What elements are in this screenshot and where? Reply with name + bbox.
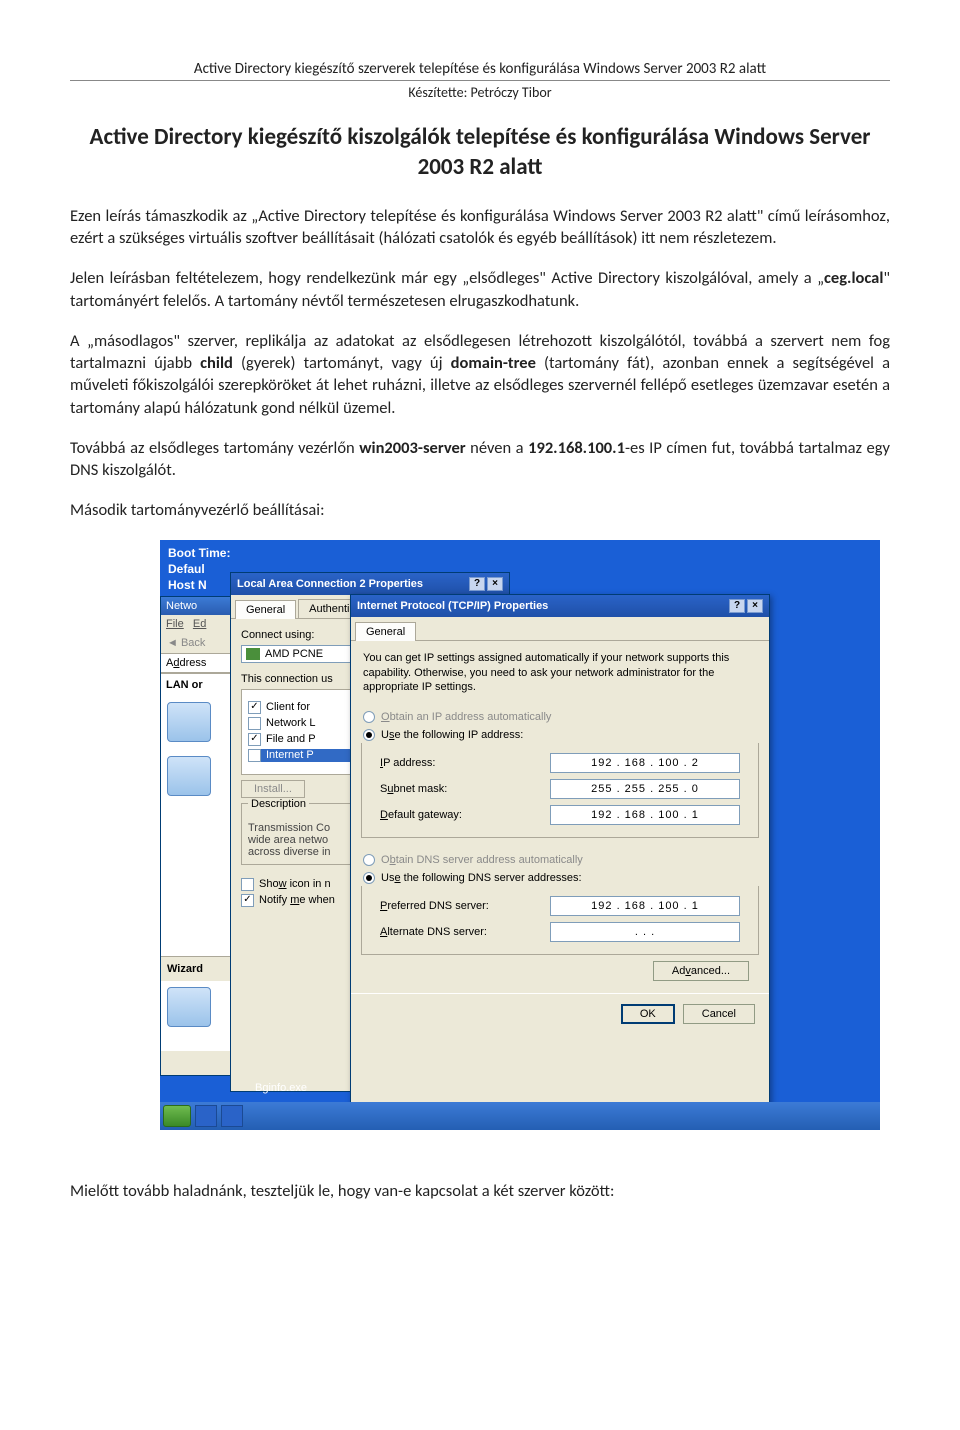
alt-dns-input[interactable]: . . . xyxy=(550,922,740,942)
subnet-label: Subnet mask: xyxy=(380,783,540,795)
screenshot-tcpip-settings: Boot Time: Defaul Host N Netwo File Ed ◄… xyxy=(160,540,880,1130)
p4-bold-ip: 192.168.100.1 xyxy=(528,438,625,458)
start-button[interactable] xyxy=(163,1105,191,1127)
tcp-title: Internet Protocol (TCP/IP) Properties xyxy=(357,600,548,612)
tab-general[interactable]: General xyxy=(355,622,416,641)
tab-general[interactable]: General xyxy=(235,600,296,619)
radio-use-ip[interactable]: Use the following IP address: xyxy=(363,729,759,741)
radio-label: Obtain DNS server address automatically xyxy=(381,854,583,866)
window-tcpip-properties: Internet Protocol (TCP/IP) Properties ? … xyxy=(350,594,770,1114)
adapter-name: AMD PCNE xyxy=(265,648,323,660)
alt-dns-label: Alternate DNS server: xyxy=(380,926,540,938)
show-icon-label: Show icon in n xyxy=(259,878,331,890)
ip-address-input[interactable]: 192 . 168 . 100 . 2 xyxy=(550,753,740,773)
gateway-label: Default gateway: xyxy=(380,809,540,821)
pref-dns-label: Preferred DNS server: xyxy=(380,900,540,912)
taskbar-item[interactable] xyxy=(221,1105,243,1127)
radio-obtain-dns-auto: Obtain DNS server address automatically xyxy=(363,854,759,866)
radio-icon xyxy=(363,711,375,723)
radio-obtain-ip-auto[interactable]: Obtain an IP address automatically xyxy=(363,711,759,723)
radio-icon xyxy=(363,872,375,884)
radio-label: Use the following IP address: xyxy=(381,729,523,741)
ok-button[interactable]: OK xyxy=(621,1004,675,1024)
checkbox[interactable] xyxy=(248,717,261,730)
radio-label: Use the following DNS server addresses: xyxy=(381,872,582,884)
tcp-titlebar[interactable]: Internet Protocol (TCP/IP) Properties ? … xyxy=(351,595,769,617)
wizard-icon[interactable] xyxy=(167,987,211,1027)
item-client: Client for xyxy=(266,701,310,713)
taskbar[interactable] xyxy=(160,1102,880,1130)
p4-a: Továbbá az elsődleges tartomány vezérlőn xyxy=(70,438,359,458)
subnet-input[interactable]: 255 . 255 . 255 . 0 xyxy=(550,779,740,799)
lac-titlebar[interactable]: Local Area Connection 2 Properties ? × xyxy=(231,573,509,595)
desktop-hostn: Host N xyxy=(168,578,207,592)
document-title: Active Directory kiegészítő kiszolgálók … xyxy=(70,123,890,183)
p3-bold-child: child xyxy=(200,353,233,373)
paragraph-2: Jelen leírásban feltételezem, hogy rende… xyxy=(70,267,890,312)
desktop-default: Defaul xyxy=(168,562,205,576)
item-network-lb: Network L xyxy=(266,717,316,729)
radio-icon xyxy=(363,729,375,741)
menu-edit[interactable]: Ed xyxy=(193,618,206,630)
lac-title: Local Area Connection 2 Properties xyxy=(237,578,423,590)
install-button[interactable]: Install... xyxy=(241,780,305,798)
connection-icon[interactable] xyxy=(167,756,211,796)
item-file-print: File and P xyxy=(266,733,316,745)
paragraph-4: Továbbá az elsődleges tartomány vezérlőn… xyxy=(70,437,890,482)
connection-icon[interactable] xyxy=(167,702,211,742)
nic-icon xyxy=(246,648,260,660)
p3-c: (gyerek) tartományt, vagy új xyxy=(233,353,451,373)
description-legend: Description xyxy=(248,798,309,810)
paragraph-5: Második tartományvezérlő beállításai: xyxy=(70,499,890,521)
radio-label: Obtain an IP address automatically xyxy=(381,711,551,723)
help-button[interactable]: ? xyxy=(729,599,745,613)
author-line: Készítette: Petróczy Tibor xyxy=(70,84,890,101)
help-button[interactable]: ? xyxy=(469,577,485,591)
p4-c: néven a xyxy=(466,438,528,458)
checkbox[interactable]: ✓ xyxy=(248,701,261,714)
desktop-boot-time: Boot Time: xyxy=(168,546,230,560)
checkbox-show-icon[interactable] xyxy=(241,878,254,891)
close-icon[interactable]: × xyxy=(747,599,763,613)
paragraph-6: Mielőtt tovább haladnánk, teszteljük le,… xyxy=(70,1180,890,1202)
p2-text-a: Jelen leírásban feltételezem, hogy rende… xyxy=(70,268,824,288)
checkbox[interactable]: ✓ xyxy=(248,733,261,746)
radio-icon xyxy=(363,854,375,866)
p2-bold-domain: ceg.local xyxy=(824,268,883,288)
ip-address-label: IP address: xyxy=(380,757,540,769)
checkbox[interactable]: ✓ xyxy=(248,749,261,762)
p3-bold-domaintree: domain-tree xyxy=(451,353,536,373)
cancel-button[interactable]: Cancel xyxy=(683,1004,755,1024)
taskbar-item[interactable] xyxy=(195,1105,217,1127)
menu-file[interactable]: File xyxy=(166,618,184,630)
paragraph-3: A „másodlagos" szerver, replikálja az ad… xyxy=(70,330,890,419)
tcp-description: You can get IP settings assigned automat… xyxy=(361,651,759,696)
paragraph-1: Ezen leírás támaszkodik az „Active Direc… xyxy=(70,205,890,250)
p4-bold-server: win2003-server xyxy=(359,438,465,458)
advanced-button[interactable]: Advanced... xyxy=(653,961,749,981)
radio-use-dns[interactable]: Use the following DNS server addresses: xyxy=(363,872,759,884)
item-internet-protocol: Internet P xyxy=(266,749,314,761)
back-label: Back xyxy=(181,637,205,649)
desktop-bginfo: Bginfo.exe xyxy=(255,1082,307,1094)
checkbox-notify[interactable]: ✓ xyxy=(241,894,254,907)
tcp-tabs: General xyxy=(351,617,769,641)
close-icon[interactable]: × xyxy=(487,577,503,591)
pref-dns-input[interactable]: 192 . 168 . 100 . 1 xyxy=(550,896,740,916)
notify-label: Notify me when xyxy=(259,894,335,906)
gateway-input[interactable]: 192 . 168 . 100 . 1 xyxy=(550,805,740,825)
running-title: Active Directory kiegészítő szerverek te… xyxy=(70,60,890,81)
